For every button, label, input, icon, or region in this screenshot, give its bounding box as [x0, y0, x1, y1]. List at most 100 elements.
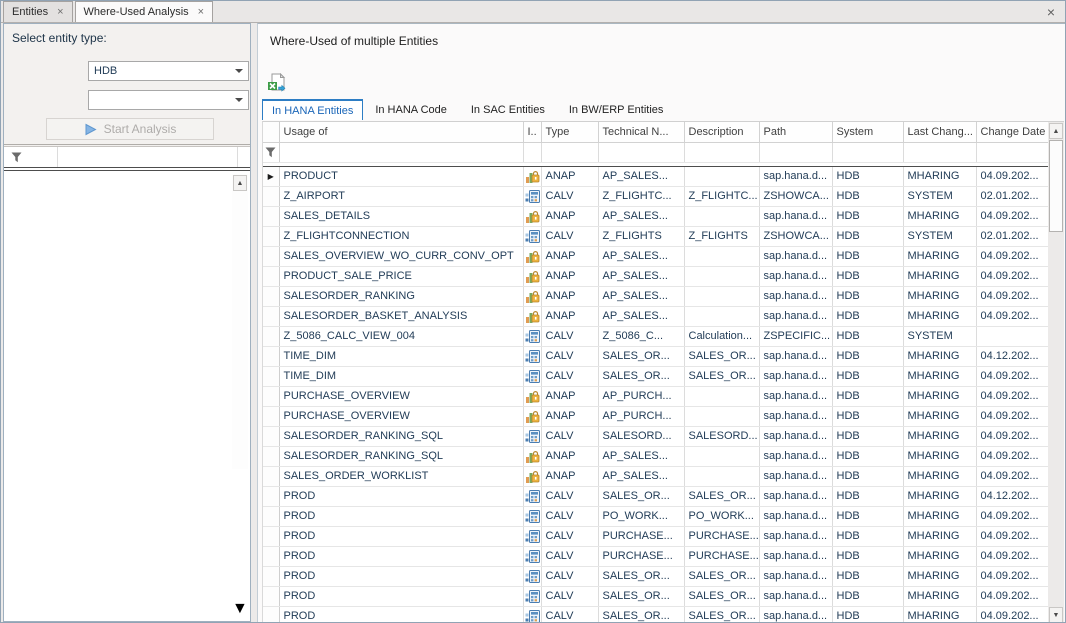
cell-type[interactable]: CALV — [541, 346, 598, 366]
entity-list-filter-row[interactable] — [4, 146, 250, 167]
cell-change-date[interactable]: 04.09.202... — [976, 426, 1049, 446]
cell-system[interactable]: HDB — [832, 226, 903, 246]
cell-type[interactable]: ANAP — [541, 406, 598, 426]
cell-last-changed[interactable]: SYSTEM — [903, 186, 976, 206]
cell-usage[interactable]: PROD — [279, 506, 523, 526]
tab-in-sac-entities[interactable]: In SAC Entities — [459, 99, 557, 120]
filter-path[interactable] — [759, 142, 832, 162]
cell-system[interactable]: HDB — [832, 546, 903, 566]
cell-system[interactable]: HDB — [832, 466, 903, 486]
entity-type-dropdown[interactable]: HDB — [88, 61, 249, 81]
filter-change-date[interactable] — [976, 142, 1049, 162]
scroll-up-icon[interactable]: ▲ — [233, 175, 247, 191]
cell-last-changed[interactable]: MHARING — [903, 166, 976, 186]
cell-technical[interactable]: AP_PURCH... — [598, 386, 684, 406]
cell-last-changed[interactable]: MHARING — [903, 206, 976, 226]
cell-technical[interactable]: SALES_OR... — [598, 346, 684, 366]
table-row[interactable]: ▶ SALESORDER_RANKING ANAP AP_SALES... sa… — [263, 286, 1049, 306]
filter-technical-name[interactable] — [598, 142, 684, 162]
cell-change-date[interactable]: 04.09.202... — [976, 386, 1049, 406]
cell-system[interactable]: HDB — [832, 366, 903, 386]
cell-type[interactable]: CALV — [541, 586, 598, 606]
header-usage-of[interactable]: Usage of — [279, 122, 523, 142]
cell-last-changed[interactable]: MHARING — [903, 466, 976, 486]
cell-usage[interactable]: PROD — [279, 546, 523, 566]
table-row[interactable]: ▶ PROD CALV SALES_OR... SALES_OR... sap.… — [263, 606, 1049, 623]
cell-description[interactable] — [684, 246, 759, 266]
cell-description[interactable]: PURCHASE... — [684, 526, 759, 546]
cell-usage[interactable]: Z_FLIGHTCONNECTION — [279, 226, 523, 246]
cell-system[interactable]: HDB — [832, 566, 903, 586]
cell-last-changed[interactable]: MHARING — [903, 506, 976, 526]
close-icon[interactable]: × — [1047, 5, 1055, 19]
header-system[interactable]: System — [832, 122, 903, 142]
cell-last-changed[interactable]: MHARING — [903, 346, 976, 366]
cell-system[interactable]: HDB — [832, 326, 903, 346]
cell-type[interactable]: CALV — [541, 366, 598, 386]
cell-type[interactable]: ANAP — [541, 166, 598, 186]
cell-path[interactable]: sap.hana.d... — [759, 306, 832, 326]
cell-system[interactable]: HDB — [832, 346, 903, 366]
chevron-down-icon[interactable] — [235, 98, 243, 102]
cell-description[interactable]: Z_FLIGHTC... — [684, 186, 759, 206]
cell-change-date[interactable]: 04.09.202... — [976, 306, 1049, 326]
cell-usage[interactable]: TIME_DIM — [279, 366, 523, 386]
cell-system[interactable]: HDB — [832, 406, 903, 426]
cell-description[interactable] — [684, 206, 759, 226]
table-row[interactable]: ▶ SALESORDER_RANKING_SQL CALV SALESORD..… — [263, 426, 1049, 446]
cell-description[interactable]: SALESORD... — [684, 426, 759, 446]
table-row[interactable]: ▶ PROD CALV PO_WORK... PO_WORK... sap.ha… — [263, 506, 1049, 526]
cell-system[interactable]: HDB — [832, 306, 903, 326]
cell-usage[interactable]: SALES_OVERVIEW_WO_CURR_CONV_OPT — [279, 246, 523, 266]
cell-path[interactable]: sap.hana.d... — [759, 286, 832, 306]
table-row[interactable]: ▶ PRODUCT ANAP AP_SALES... sap.hana.d...… — [263, 166, 1049, 186]
table-row[interactable]: ▶ SALES_ORDER_WORKLIST ANAP AP_SALES... … — [263, 466, 1049, 486]
cell-last-changed[interactable]: MHARING — [903, 586, 976, 606]
cell-change-date[interactable]: 04.12.202... — [976, 486, 1049, 506]
cell-change-date[interactable]: 04.09.202... — [976, 546, 1049, 566]
cell-change-date[interactable]: 04.09.202... — [976, 286, 1049, 306]
cell-path[interactable]: sap.hana.d... — [759, 466, 832, 486]
cell-change-date[interactable] — [976, 326, 1049, 346]
cell-description[interactable]: Calculation... — [684, 326, 759, 346]
cell-usage[interactable]: SALESORDER_RANKING — [279, 286, 523, 306]
cell-usage[interactable]: TIME_DIM — [279, 346, 523, 366]
cell-last-changed[interactable]: MHARING — [903, 546, 976, 566]
cell-usage[interactable]: Z_AIRPORT — [279, 186, 523, 206]
header-technical-name[interactable]: Technical N... — [598, 122, 684, 142]
cell-usage[interactable]: PROD — [279, 526, 523, 546]
cell-technical[interactable]: AP_SALES... — [598, 306, 684, 326]
cell-technical[interactable]: Z_FLIGHTC... — [598, 186, 684, 206]
cell-system[interactable]: HDB — [832, 166, 903, 186]
cell-technical[interactable]: SALES_OR... — [598, 586, 684, 606]
cell-system[interactable]: HDB — [832, 286, 903, 306]
cell-system[interactable]: HDB — [832, 586, 903, 606]
cell-path[interactable]: sap.hana.d... — [759, 386, 832, 406]
cell-technical[interactable]: AP_SALES... — [598, 466, 684, 486]
tab-where-used-close-icon[interactable]: × — [198, 7, 204, 18]
cell-system[interactable]: HDB — [832, 186, 903, 206]
table-row[interactable]: ▶ Z_AIRPORT CALV Z_FLIGHTC... Z_FLIGHTC.… — [263, 186, 1049, 206]
table-row[interactable]: ▶ SALES_OVERVIEW_WO_CURR_CONV_OPT ANAP A… — [263, 246, 1049, 266]
cell-usage[interactable]: SALESORDER_RANKING_SQL — [279, 426, 523, 446]
cell-description[interactable] — [684, 166, 759, 186]
cell-description[interactable]: SALES_OR... — [684, 486, 759, 506]
chevron-down-icon[interactable] — [235, 69, 243, 73]
cell-technical[interactable]: AP_SALES... — [598, 166, 684, 186]
table-row[interactable]: ▶ PROD CALV PURCHASE... PURCHASE... sap.… — [263, 546, 1049, 566]
table-row[interactable]: ▶ PROD CALV SALES_OR... SALES_OR... sap.… — [263, 566, 1049, 586]
cell-technical[interactable]: SALES_OR... — [598, 606, 684, 623]
entity-list-scrollbar[interactable]: ▲ — [232, 174, 248, 469]
cell-usage[interactable]: PROD — [279, 486, 523, 506]
filter-system[interactable] — [832, 142, 903, 162]
cell-path[interactable]: sap.hana.d... — [759, 246, 832, 266]
cell-type[interactable]: CALV — [541, 506, 598, 526]
table-row[interactable]: ▶ SALES_DETAILS ANAP AP_SALES... sap.han… — [263, 206, 1049, 226]
cell-type[interactable]: CALV — [541, 186, 598, 206]
scroll-up-icon[interactable]: ▲ — [1049, 123, 1063, 139]
cell-technical[interactable]: AP_SALES... — [598, 286, 684, 306]
cell-description[interactable]: SALES_OR... — [684, 346, 759, 366]
cell-technical[interactable]: SALES_OR... — [598, 366, 684, 386]
cell-description[interactable] — [684, 386, 759, 406]
cell-usage[interactable]: SALESORDER_BASKET_ANALYSIS — [279, 306, 523, 326]
